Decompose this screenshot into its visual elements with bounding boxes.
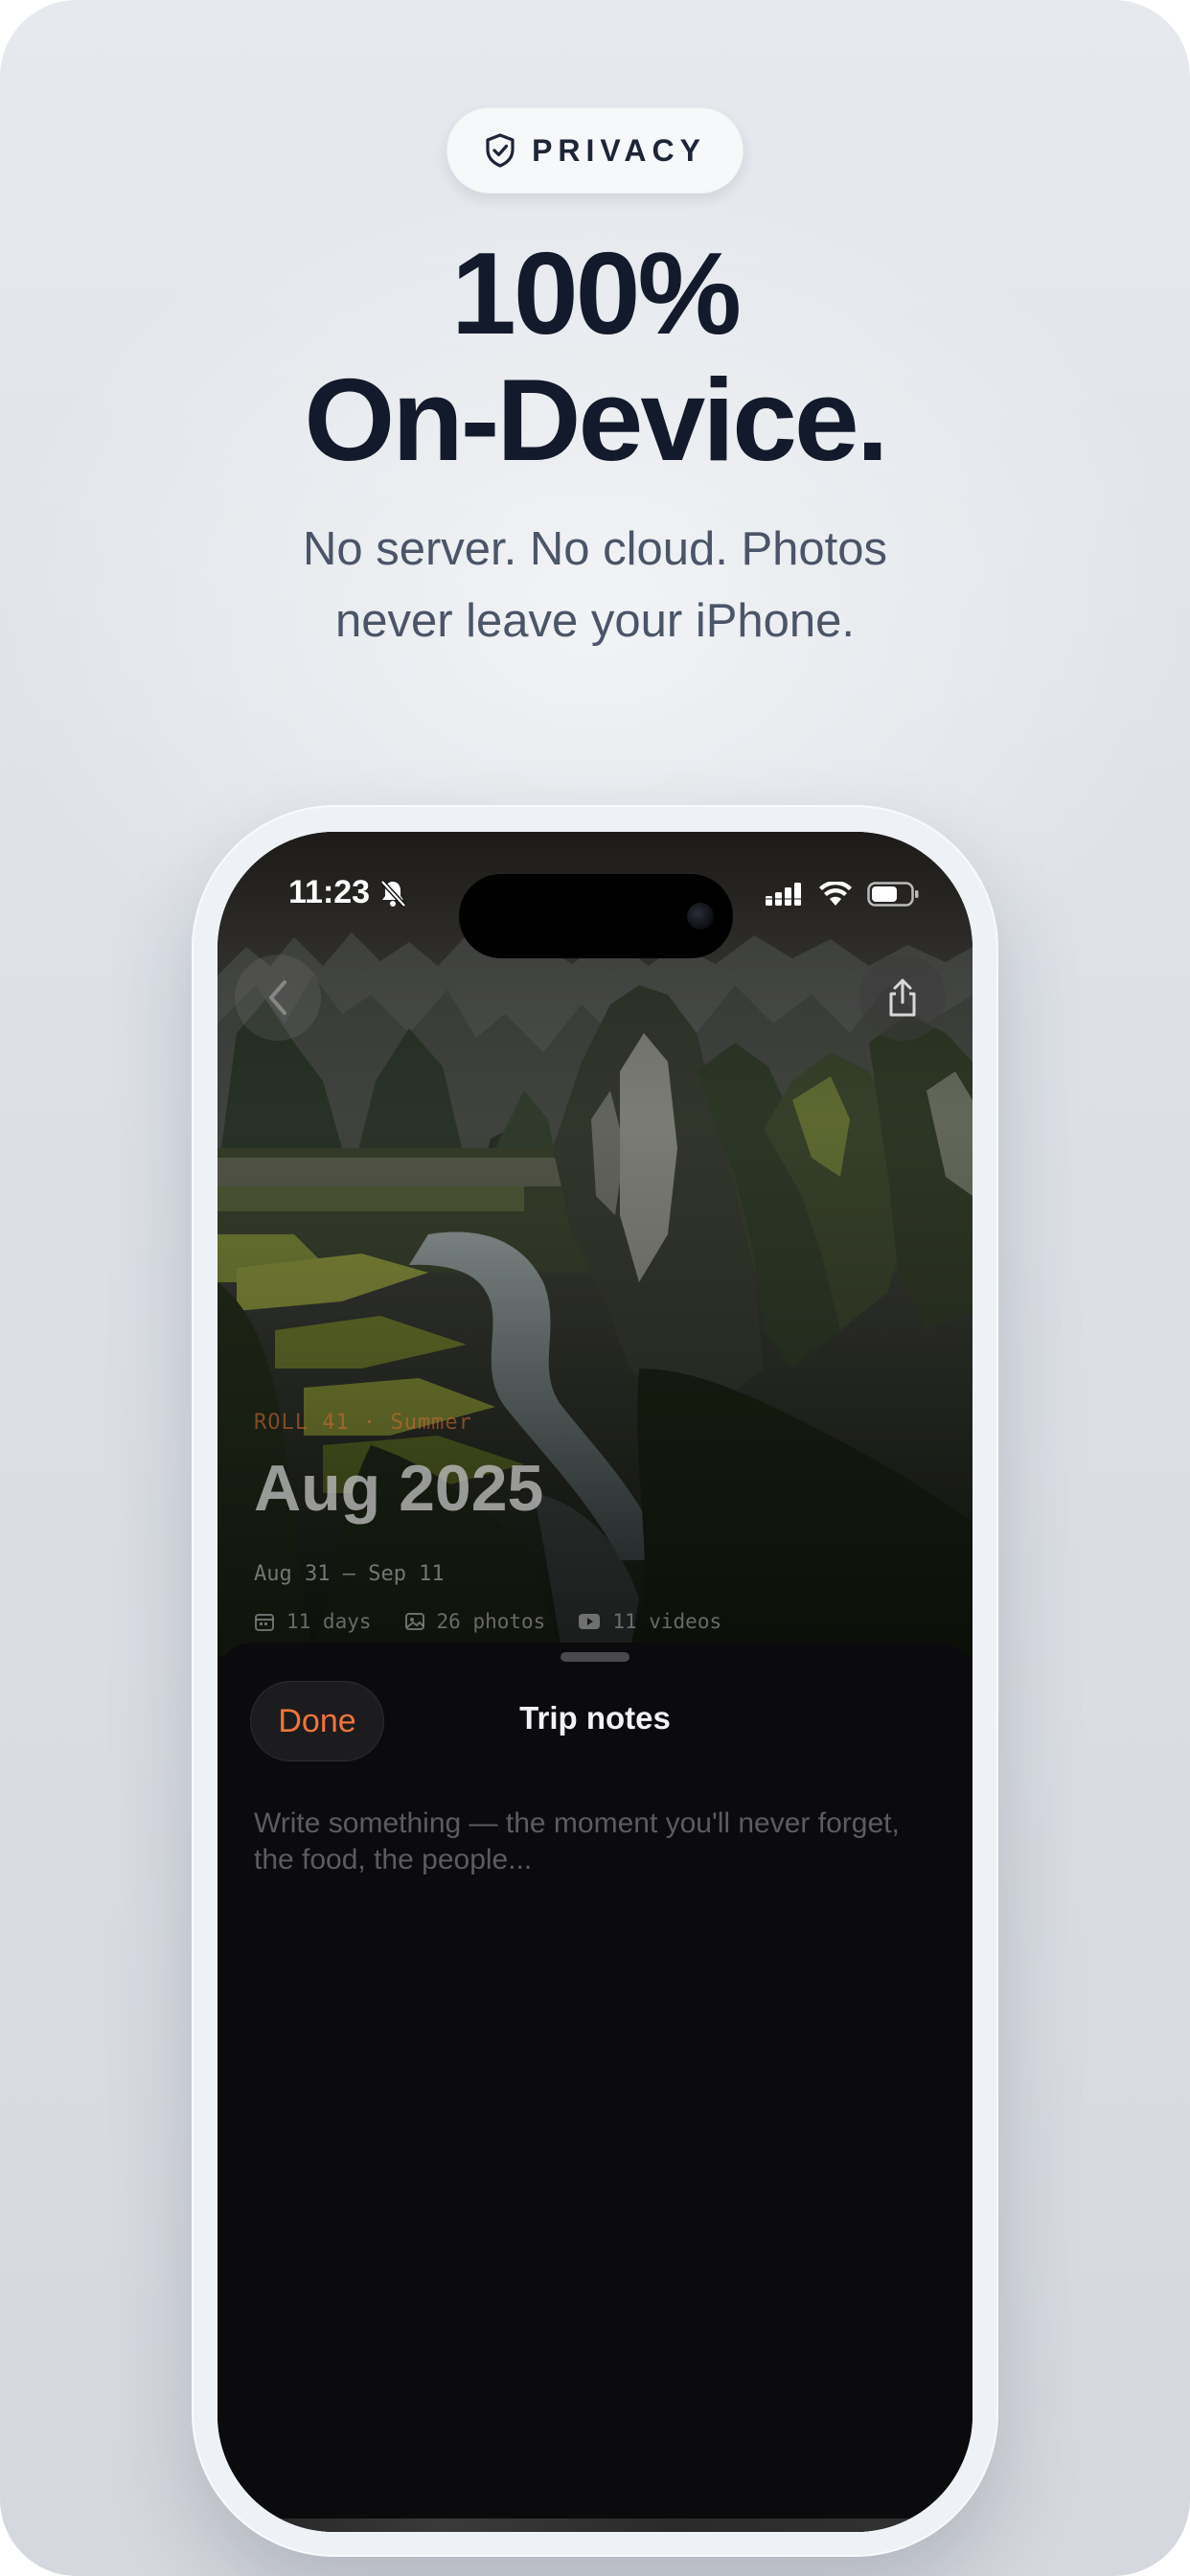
headline: 100% On-Device. (0, 230, 1190, 483)
photo-icon (404, 1613, 424, 1630)
stat-days: 11 days (254, 1610, 372, 1633)
subtitle: No server. No cloud. Photos never leave … (0, 514, 1190, 657)
video-icon (579, 1614, 601, 1629)
roll-label: ROLL 41 · Summer (254, 1411, 472, 1435)
phone-screen: 11:23 ROLL 41 · Summer Aug 2025 Aug 31 –… (217, 832, 973, 2532)
signal-icon (766, 883, 801, 906)
bottom-edge (217, 2518, 973, 2532)
subtitle-line-1: No server. No cloud. Photos (302, 523, 888, 575)
trip-title: Aug 2025 (254, 1452, 544, 1525)
share-button[interactable] (859, 954, 946, 1041)
stat-photos-text: 26 photos (436, 1610, 546, 1633)
shield-check-icon (486, 133, 515, 168)
trip-notes-input[interactable] (254, 1806, 925, 2380)
status-time-text: 11:23 (288, 874, 371, 910)
promo-page: PRIVACY 100% On-Device. No server. No cl… (0, 0, 1190, 2576)
privacy-badge: PRIVACY (446, 107, 744, 194)
dynamic-island (459, 874, 733, 958)
share-icon (889, 978, 916, 1017)
calendar-icon (255, 1614, 274, 1631)
trip-stats: 11 days 26 photos 11 videos (254, 1610, 721, 1633)
bell-slash-icon (380, 879, 406, 908)
sheet-grabber[interactable] (561, 1652, 629, 1662)
status-icons (766, 882, 919, 907)
wifi-icon (819, 882, 852, 906)
headline-line-1: 100% (450, 228, 742, 358)
trip-notes-sheet: Done Trip notes (217, 1643, 973, 2532)
stat-videos: 11 videos (578, 1610, 721, 1633)
battery-icon (867, 882, 919, 907)
badge-label: PRIVACY (532, 132, 706, 168)
subtitle-line-2: never leave your iPhone. (334, 595, 856, 647)
status-time: 11:23 (288, 874, 406, 911)
sheet-title: Trip notes (519, 1700, 671, 1736)
headline-line-2: On-Device. (304, 355, 888, 485)
stat-videos-text: 11 videos (612, 1610, 722, 1633)
stat-photos: 26 photos (404, 1610, 546, 1633)
trip-dates: Aug 31 – Sep 11 (254, 1562, 445, 1586)
chevron-left-icon (269, 980, 286, 1015)
back-button[interactable] (235, 954, 321, 1041)
stat-days-text: 11 days (286, 1610, 372, 1633)
front-camera (687, 903, 714, 930)
